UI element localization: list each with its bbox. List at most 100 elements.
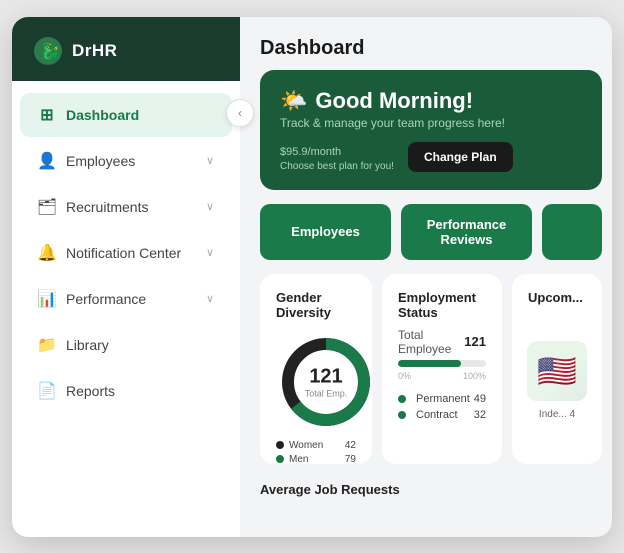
nav-icon-dashboard: ⊞ (38, 106, 56, 124)
sidebar-collapse-button[interactable]: ‹ (226, 99, 254, 127)
progress-label-left: 0% (398, 371, 411, 381)
page-title: Dashboard (240, 17, 612, 70)
permanent-dot (398, 395, 406, 403)
morning-heading: Good Morning! (315, 88, 473, 114)
nav-label-performance: Performance (66, 291, 146, 307)
gender-legend: Women 42 Men 79 (276, 440, 356, 464)
morning-subtitle: Track & manage your team progress here! (280, 116, 582, 130)
sidebar-item-recruitments[interactable]: 🗂 Recruitments ∨ (20, 185, 232, 229)
nav-icon-performance: 📊 (38, 290, 56, 308)
employees-quick-button[interactable]: Employees (260, 204, 391, 260)
third-quick-button[interactable] (542, 204, 602, 260)
upcoming-card: Upcom... 🇺🇸 Inde... 4 (512, 274, 602, 464)
plan-row: $95.9/month Choose best plan for you! Ch… (280, 142, 582, 172)
upcoming-image: 🇺🇸 (527, 341, 587, 401)
collapse-icon: ‹ (238, 106, 242, 120)
upcoming-emoji: 🇺🇸 (537, 352, 577, 390)
men-legend-item: Men 79 (276, 454, 356, 464)
morning-emoji: 🌤️ (280, 88, 307, 114)
nav-item-left-reports: 📄 Reports (38, 382, 115, 400)
nav-item-left-library: 📁 Library (38, 336, 109, 354)
nav-item-left-performance: 📊 Performance (38, 290, 146, 308)
nav-chevron-notification-center: ∨ (206, 246, 214, 259)
avg-jobs-title: Average Job Requests (260, 478, 602, 497)
sidebar-item-library[interactable]: 📁 Library (20, 323, 232, 367)
logo-icon: 🐉 (32, 35, 64, 67)
sidebar-item-notification-center[interactable]: 🔔 Notification Center ∨ (20, 231, 232, 275)
women-label: Women (289, 440, 323, 451)
nav-icon-notification-center: 🔔 (38, 244, 56, 262)
morning-title: 🌤️ Good Morning! (280, 88, 582, 114)
sidebar-nav: ⊞ Dashboard 👤 Employees ∨ 🗂 Recruitments… (12, 81, 240, 537)
progress-labels: 0% 100% (398, 371, 486, 381)
gender-diversity-title: Gender Diversity (276, 290, 356, 320)
progress-label-right: 100% (463, 371, 486, 381)
nav-label-dashboard: Dashboard (66, 107, 139, 123)
stats-row: Gender Diversity 121 Total Emp. (260, 274, 602, 464)
sidebar-item-employees[interactable]: 👤 Employees ∨ (20, 139, 232, 183)
nav-label-notification-center: Notification Center (66, 245, 181, 261)
upcoming-item-num: 4 (570, 409, 576, 420)
contract-label: Contract (416, 409, 458, 421)
nav-item-left-employees: 👤 Employees (38, 152, 135, 170)
nav-chevron-employees: ∨ (206, 154, 214, 167)
donut-chart: 121 Total Emp. (276, 332, 372, 432)
upcoming-inner: 🇺🇸 Inde... 4 (528, 313, 586, 448)
permanent-count: 49 (474, 393, 486, 405)
employment-progress-bar (398, 360, 486, 367)
nav-icon-employees: 👤 (38, 152, 56, 170)
employment-status-title: Employment Status (398, 290, 486, 320)
men-label: Men (289, 454, 308, 464)
nav-item-left-notification-center: 🔔 Notification Center (38, 244, 181, 262)
emp-total-label: Total Employee (398, 328, 464, 356)
nav-chevron-performance: ∨ (206, 292, 214, 305)
employment-status-card: Employment Status Total Employee 121 0% … (382, 274, 502, 464)
change-plan-button[interactable]: Change Plan (408, 142, 513, 172)
emp-total-row: Total Employee 121 (398, 328, 486, 356)
svg-text:🐉: 🐉 (40, 42, 60, 61)
nav-label-recruitments: Recruitments (66, 199, 148, 215)
men-dot (276, 455, 284, 463)
nav-icon-recruitments: 🗂 (38, 198, 56, 216)
plan-price: $95.9/month (280, 142, 394, 160)
employment-legend: Permanent 49 Contract 32 (398, 393, 486, 421)
nav-item-left-recruitments: 🗂 Recruitments (38, 198, 148, 216)
quick-actions: Employees Performance Reviews (260, 204, 602, 260)
main-content: Dashboard 🌤️ Good Morning! Track & manag… (240, 17, 612, 537)
nav-label-library: Library (66, 337, 109, 353)
emp-total-num: 121 (464, 334, 486, 349)
content-area: 🌤️ Good Morning! Track & manage your tea… (240, 70, 612, 537)
plan-label: Choose best plan for you! (280, 161, 394, 172)
sidebar-header: 🐉 DrHR (12, 17, 240, 81)
contract-legend-item: Contract 32 (398, 409, 486, 421)
nav-label-employees: Employees (66, 153, 135, 169)
donut-label: Total Emp. (305, 388, 348, 398)
donut-center: 121 Total Emp. (305, 365, 348, 398)
permanent-label: Permanent (416, 393, 470, 405)
performance-reviews-quick-button[interactable]: Performance Reviews (401, 204, 532, 260)
morning-card: 🌤️ Good Morning! Track & manage your tea… (260, 70, 602, 190)
contract-count: 32 (474, 409, 486, 421)
plan-info: $95.9/month Choose best plan for you! (280, 142, 394, 172)
women-dot (276, 441, 284, 449)
permanent-legend-item: Permanent 49 (398, 393, 486, 405)
app-container: 🐉 DrHR ‹ ⊞ Dashboard 👤 Employees ∨ 🗂 (12, 17, 612, 537)
gender-diversity-card: Gender Diversity 121 Total Emp. (260, 274, 372, 464)
logo-text: DrHR (72, 41, 117, 61)
sidebar-item-reports[interactable]: 📄 Reports (20, 369, 232, 413)
nav-label-reports: Reports (66, 383, 115, 399)
nav-icon-library: 📁 (38, 336, 56, 354)
donut-total: 121 (305, 365, 348, 388)
upcoming-item-text: Inde... 4 (539, 409, 575, 420)
contract-dot (398, 411, 406, 419)
men-count: 79 (345, 454, 356, 464)
nav-item-left-dashboard: ⊞ Dashboard (38, 106, 139, 124)
donut-container: 121 Total Emp. Women 42 (276, 328, 356, 464)
nav-chevron-recruitments: ∨ (206, 200, 214, 213)
sidebar-item-dashboard[interactable]: ⊞ Dashboard (20, 93, 232, 137)
women-legend-item: Women 42 (276, 440, 356, 451)
upcoming-item-label: Inde... (539, 409, 567, 420)
sidebar-item-performance[interactable]: 📊 Performance ∨ (20, 277, 232, 321)
upcoming-title: Upcom... (528, 290, 586, 305)
women-count: 42 (345, 440, 356, 451)
